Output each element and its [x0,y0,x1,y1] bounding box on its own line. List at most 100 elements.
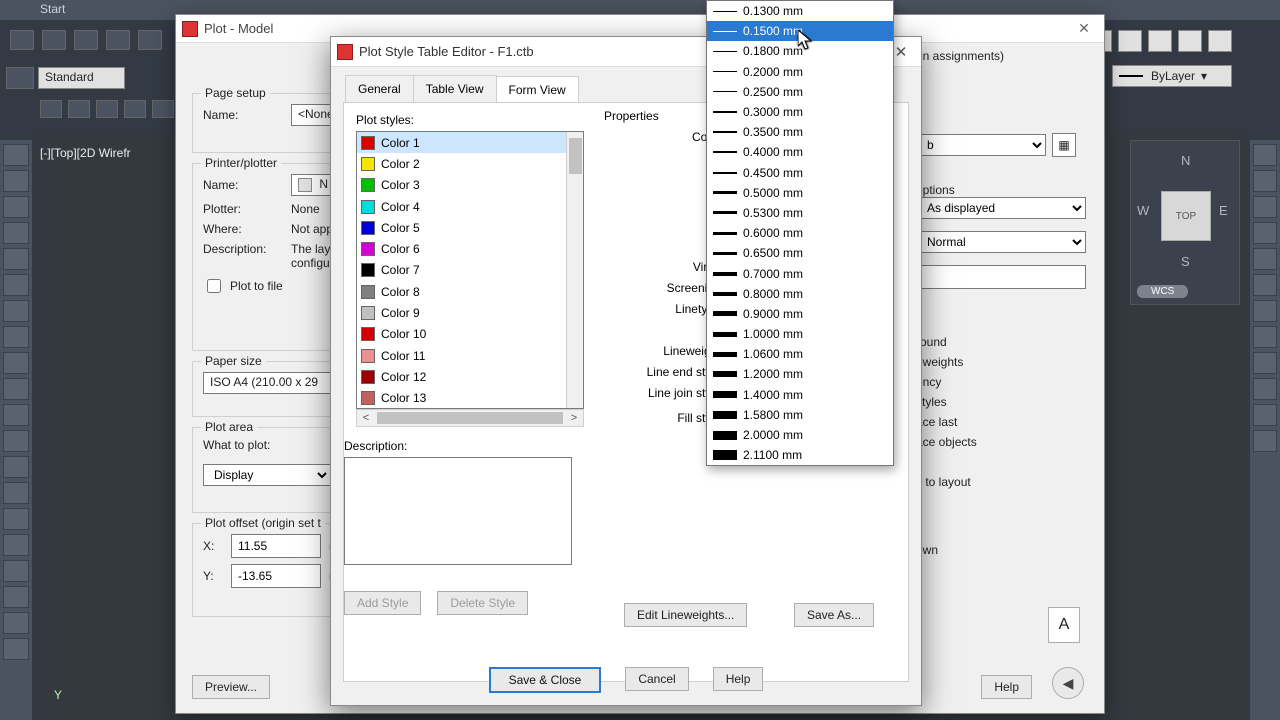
showmotion-icon[interactable] [1253,248,1277,270]
undo-icon[interactable] [138,30,162,50]
lineweight-option[interactable]: 0.1500 mm [707,21,893,41]
render-icon[interactable] [1253,352,1277,374]
sheet-icon[interactable] [1253,404,1277,426]
pan-icon[interactable] [1253,144,1277,166]
sun-icon[interactable] [96,100,118,118]
spline-icon[interactable] [3,352,29,374]
orientation-icon[interactable]: A [1048,607,1080,643]
lineweight-option[interactable]: 0.9000 mm [707,304,893,324]
pste-help-button[interactable]: Help [713,667,764,691]
point-icon[interactable] [3,482,29,504]
gradient-icon[interactable] [3,534,29,556]
plot-style-item[interactable]: Color 3 [357,175,583,196]
close-icon[interactable]: ✕ [1064,20,1104,37]
lineweight-option[interactable]: 1.2000 mm [707,364,893,384]
dpi-input[interactable] [916,265,1086,289]
tab-form-view[interactable]: Form View [496,76,579,103]
wheel-icon[interactable] [1253,222,1277,244]
save-as-button[interactable]: Save As... [794,603,874,627]
lineweight-option[interactable]: 0.1800 mm [707,41,893,61]
plot-style-item[interactable]: Color 13 [357,388,583,408]
region-icon[interactable] [3,560,29,582]
what-to-plot-combo[interactable]: Display [203,464,331,486]
lineweight-option[interactable]: 0.2000 mm [707,62,893,82]
plotstyle-table-combo[interactable]: b [916,134,1046,156]
materials-icon[interactable] [1253,326,1277,348]
plot-style-item[interactable]: Color 12 [357,366,583,387]
lineweight-option[interactable]: 0.3000 mm [707,102,893,122]
orbit-icon[interactable] [1253,196,1277,218]
opt-hideobjects[interactable]: ace objects [916,435,1086,449]
lineweight-option[interactable]: 2.0000 mm [707,425,893,445]
open-icon[interactable] [42,30,66,50]
plot-style-item[interactable]: Color 5 [357,217,583,238]
opt-styles[interactable]: styles [916,395,1086,409]
lineweight-option[interactable]: 0.7000 mm [707,263,893,283]
move-icon[interactable] [1253,274,1277,296]
wcs-badge[interactable]: WCS [1137,285,1188,298]
color-icon[interactable] [152,100,174,118]
arc-icon[interactable] [3,274,29,296]
plot-help-button[interactable]: Help [981,675,1032,699]
plot-style-item[interactable]: Color 6 [357,238,583,259]
revcloud-icon[interactable] [3,326,29,348]
scrollbar-vertical[interactable] [566,132,583,408]
plot-style-item[interactable]: Color 4 [357,196,583,217]
delete-style-button[interactable]: Delete Style [437,591,528,615]
table-icon[interactable] [3,586,29,608]
addsel-icon[interactable] [3,638,29,660]
lineweight-option[interactable]: 1.0600 mm [707,344,893,364]
rqat-icon[interactable] [1208,30,1232,52]
ellipse-icon[interactable] [3,378,29,400]
plot-style-item[interactable]: Color 9 [357,302,583,323]
polygon-icon[interactable] [3,222,29,244]
lineweight-option[interactable]: 0.5300 mm [707,203,893,223]
expand-button[interactable]: ◀ [1052,667,1084,699]
lineweight-option[interactable]: 1.0000 mm [707,324,893,344]
offset-x-input[interactable] [231,534,321,558]
opt-savetolayout[interactable]: s to layout [916,475,1086,489]
shadeplot-combo[interactable]: As displayed [916,197,1086,219]
drawing-icon[interactable] [1253,378,1277,400]
circle-icon[interactable] [3,300,29,322]
plot-style-item[interactable]: Color 1 [357,132,583,153]
tab-general[interactable]: General [345,75,414,102]
plot-style-item[interactable]: Color 8 [357,281,583,302]
lineweight-option[interactable]: 0.4000 mm [707,142,893,162]
lineweight-dropdown[interactable]: 0.1300 mm0.1500 mm0.1800 mm0.2000 mm0.25… [706,0,894,466]
polyline-icon[interactable] [3,196,29,218]
ellipsearc-icon[interactable] [3,404,29,426]
layer-icon[interactable] [40,100,62,118]
plot-style-item[interactable]: Color 2 [357,153,583,174]
opt-plotlast[interactable]: ace last [916,415,1086,429]
viewport-tag[interactable]: [-][Top][2D Wirefr [40,146,131,160]
tab-table-view[interactable]: Table View [413,75,497,102]
lineweight-option[interactable]: 0.8000 mm [707,284,893,304]
opt-lineweights[interactable]: eweights [916,355,1086,369]
mtext-icon[interactable] [3,612,29,634]
lineweight-option[interactable]: 0.6000 mm [707,223,893,243]
insert-icon[interactable] [3,430,29,452]
add-style-button[interactable]: Add Style [344,591,421,615]
lineweight-option[interactable]: 0.6500 mm [707,243,893,263]
xline-icon[interactable] [3,170,29,192]
plot-style-item[interactable]: Color 11 [357,345,583,366]
rqat-icon[interactable] [1148,30,1172,52]
save-icon[interactable] [74,30,98,50]
grid-icon[interactable] [1253,300,1277,322]
save-close-button[interactable]: Save & Close [489,667,602,693]
opt-background[interactable]: round [916,335,1086,349]
offset-y-input[interactable] [231,564,321,588]
hatch-icon[interactable] [3,508,29,530]
zoom-icon[interactable] [1253,170,1277,192]
scroll-left-icon[interactable]: < [357,412,375,424]
lock-icon[interactable] [124,100,146,118]
new-icon[interactable] [10,30,34,50]
textstyle-icon[interactable] [6,67,34,89]
lineweight-option[interactable]: 0.3500 mm [707,122,893,142]
scroll-right-icon[interactable]: > [565,412,583,424]
quality-combo[interactable]: Normal [916,231,1086,253]
textstyle-combo[interactable]: Standard [38,67,125,89]
rqat-icon[interactable] [1178,30,1202,52]
lineweight-option[interactable]: 1.4000 mm [707,385,893,405]
